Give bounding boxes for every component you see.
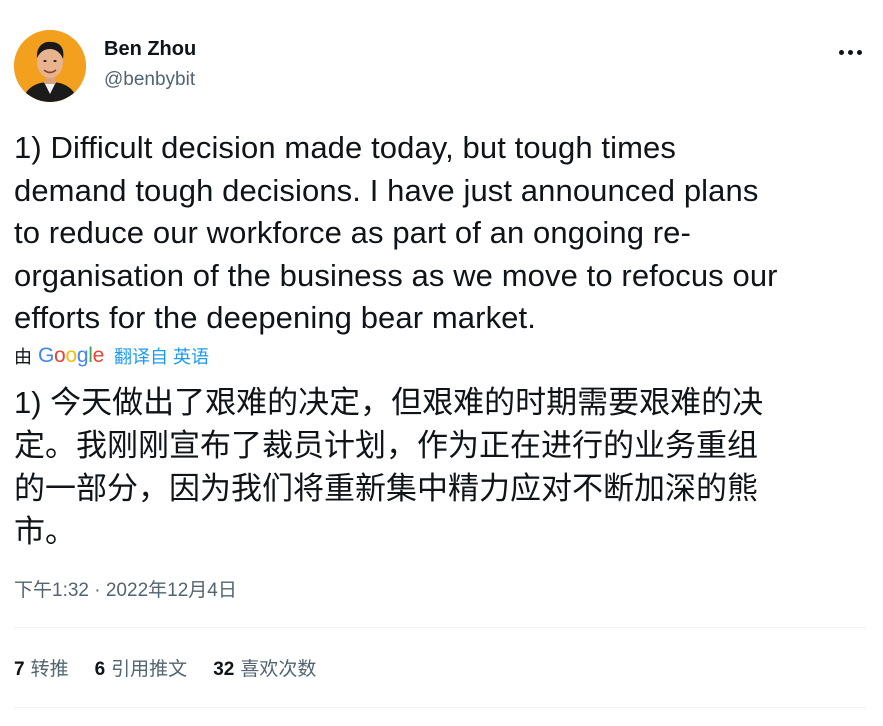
avatar[interactable] (14, 30, 86, 102)
translate-source-link[interactable]: 翻译自 英语 (114, 343, 209, 369)
tweet-timestamp[interactable]: 下午1:32 · 2022年12月4日 (14, 575, 237, 602)
tweet-text-line: organisation of the business as we move … (14, 257, 778, 293)
more-dot (856, 49, 862, 55)
retweets-label: 转推 (30, 659, 69, 680)
tweet-text-line: 1) Difficult decision made today, but to… (14, 130, 676, 165)
likes-stat[interactable]: 32 喜欢次数 (213, 654, 316, 681)
translation-prefix: 由 (14, 347, 32, 367)
quotes-label: 引用推文 (111, 659, 188, 680)
divider (14, 707, 866, 708)
avatar-image (14, 30, 86, 102)
google-logo: Google (38, 344, 104, 367)
translation-attribution: 由 Google 翻译自 英语 (14, 342, 209, 370)
likes-count: 32 (213, 659, 235, 680)
author-name[interactable]: Ben Zhou (104, 38, 196, 61)
more-horizontal-icon (838, 49, 844, 55)
tweet-card: Ben Zhou @benbybit 1) Difficult decision… (0, 0, 883, 726)
translated-text-line: 市。 (14, 514, 76, 549)
tweet-text-line: to reduce our workforce as part of an on… (14, 215, 691, 250)
divider (14, 627, 866, 628)
tweet-text: 1) Difficult decision made today, but to… (14, 127, 874, 340)
translated-text-line: 1) 今天做出了艰难的决定，但艰难的时期需要艰难的决 (14, 385, 764, 420)
quotes-count: 6 (94, 659, 106, 680)
tweet-text-line: efforts for the deepening bear market. (14, 300, 536, 335)
tweet-text-line: demand tough decisions. I have just anno… (14, 172, 759, 208)
translated-text-line: 定。我刚刚宣布了裁员计划，作为正在进行的业务重组 (14, 428, 758, 463)
retweets-count: 7 (14, 659, 25, 680)
likes-label: 喜欢次数 (240, 659, 317, 680)
more-options-button[interactable] (832, 40, 868, 64)
author-handle[interactable]: @benbybit (104, 69, 195, 91)
translated-text-line: 的一部分，因为我们将重新集中精力应对不断加深的熊 (14, 471, 758, 506)
quotes-stat[interactable]: 6 引用推文 (95, 654, 188, 681)
retweets-stat[interactable]: 7 转推 (14, 654, 69, 681)
translated-text: 1) 今天做出了艰难的决定，但艰难的时期需要艰难的决 定。我刚刚宣布了裁员计划，… (14, 381, 874, 553)
more-dot (847, 49, 853, 55)
engagement-stats: 7 转推 6 引用推文 32 喜欢次数 (14, 654, 342, 681)
